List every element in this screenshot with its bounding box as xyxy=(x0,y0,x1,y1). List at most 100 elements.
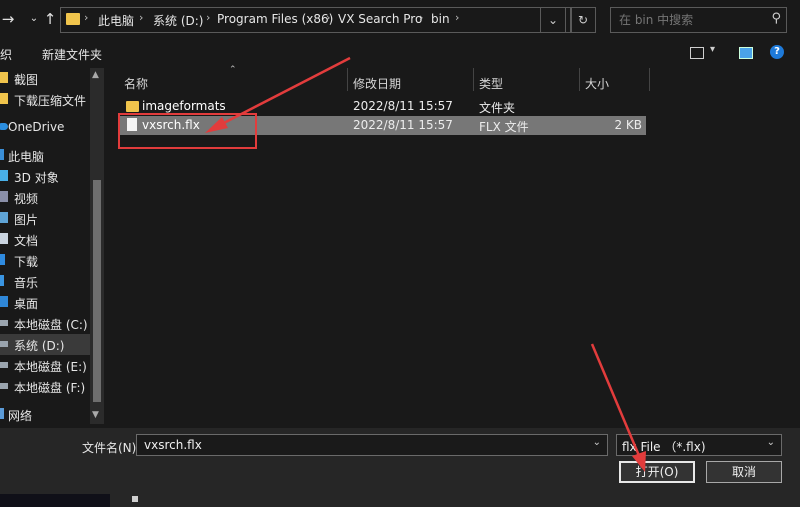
file-name: imageformats xyxy=(142,99,226,113)
column-header-name[interactable]: 名称 xyxy=(124,75,148,92)
sidebar-item-screenshots[interactable]: 截图 xyxy=(0,68,90,89)
document-icon xyxy=(0,233,8,244)
drive-icon xyxy=(0,320,8,326)
breadcrumb-separator-icon[interactable]: › xyxy=(139,11,143,24)
breadcrumb-separator-icon[interactable]: › xyxy=(326,11,330,24)
up-arrow-icon[interactable]: ↑ xyxy=(42,10,58,28)
sidebar-item-downloads[interactable]: 下载 xyxy=(0,250,90,271)
sidebar-item-drive-d[interactable]: 系统 (D:) xyxy=(0,334,90,355)
column-header-type[interactable]: 类型 xyxy=(479,75,503,92)
search-icon[interactable]: ⚲ xyxy=(771,11,781,26)
address-dropdown-icon[interactable]: ⌄ xyxy=(540,7,566,33)
sidebar-item-label: 本地磁盘 (F:) xyxy=(14,381,86,395)
folder-icon xyxy=(0,93,8,104)
annotation-highlight-box xyxy=(118,113,257,149)
column-divider[interactable] xyxy=(347,68,348,91)
sidebar-item-label: 截图 xyxy=(14,73,39,87)
organize-button[interactable]: 织 xyxy=(0,46,12,63)
sidebar-item-3d-objects[interactable]: 3D 对象 xyxy=(0,166,90,187)
sidebar-item-network[interactable]: 网络 xyxy=(0,404,90,425)
filename-field[interactable]: ⌄ xyxy=(136,434,608,456)
preview-pane-icon[interactable] xyxy=(739,47,753,59)
file-type: FLX 文件 xyxy=(479,120,529,134)
new-folder-button[interactable]: 新建文件夹 xyxy=(42,46,102,63)
sidebar-item-drive-f[interactable]: 本地磁盘 (F:) xyxy=(0,376,90,397)
cancel-button[interactable]: 取消 xyxy=(706,461,782,483)
help-icon[interactable]: ? xyxy=(770,45,784,59)
drive-icon xyxy=(0,383,8,389)
breadcrumb-vx-search-pro[interactable]: VX Search Pro xyxy=(338,12,422,26)
sidebar-item-drive-e[interactable]: 本地磁盘 (E:) xyxy=(0,355,90,376)
network-icon xyxy=(0,408,4,419)
breadcrumb-separator-icon[interactable]: › xyxy=(455,11,459,24)
sidebar-item-music[interactable]: 音乐 xyxy=(0,271,90,292)
refresh-icon[interactable]: ↻ xyxy=(570,7,596,33)
breadcrumb-separator-icon[interactable]: › xyxy=(84,11,88,24)
desktop-icon xyxy=(0,296,8,307)
chevron-down-icon[interactable]: ⌄ xyxy=(767,437,775,448)
sidebar-scrollbar-thumb[interactable] xyxy=(93,180,101,402)
breadcrumb-separator-icon[interactable]: › xyxy=(206,11,210,24)
computer-icon xyxy=(0,149,4,160)
file-type: 文件夹 xyxy=(479,101,516,115)
folder-icon xyxy=(0,72,8,83)
video-icon xyxy=(0,191,8,202)
column-divider[interactable] xyxy=(473,68,474,91)
scroll-down-icon[interactable]: ▼ xyxy=(92,410,99,420)
search-input[interactable] xyxy=(617,11,761,29)
sidebar-item-label: 下载压缩文件 xyxy=(14,94,87,108)
sidebar-item-label: 桌面 xyxy=(14,297,39,311)
column-divider[interactable] xyxy=(649,68,650,91)
sidebar-item-desktop[interactable]: 桌面 xyxy=(0,292,90,313)
sidebar-item-this-pc[interactable]: 此电脑 xyxy=(0,145,90,166)
column-divider[interactable] xyxy=(579,68,580,91)
sidebar-item-label: OneDrive xyxy=(8,120,65,134)
picture-icon xyxy=(0,212,8,223)
sidebar-item-pictures[interactable]: 图片 xyxy=(0,208,90,229)
cube-icon xyxy=(0,170,8,181)
open-button[interactable]: 打开(O) xyxy=(619,461,695,483)
toolbar xyxy=(0,40,800,68)
sidebar-item-label: 此电脑 xyxy=(8,150,45,164)
music-icon xyxy=(0,275,4,286)
column-header-size[interactable]: 大小 xyxy=(585,75,609,92)
breadcrumb-bin[interactable]: bin xyxy=(431,12,450,26)
sidebar-item-label: 3D 对象 xyxy=(14,171,59,185)
sidebar-item-downloads-archive[interactable]: 下载压缩文件 xyxy=(0,89,90,110)
breadcrumb-this-pc[interactable]: 此电脑 xyxy=(98,12,134,29)
address-bar[interactable]: › 此电脑 › 系统 (D:) › Program Files (x86) › … xyxy=(60,7,572,33)
file-date: 2022/8/11 15:57 xyxy=(353,118,453,132)
sidebar-item-onedrive[interactable]: OneDrive xyxy=(0,117,90,138)
sidebar-item-documents[interactable]: 文档 xyxy=(0,229,90,250)
sidebar-item-label: 文档 xyxy=(14,234,39,248)
sidebar-item-drive-c[interactable]: 本地磁盘 (C:) xyxy=(0,313,90,334)
search-box[interactable]: ⚲ xyxy=(610,7,787,33)
download-icon xyxy=(0,254,5,265)
file-date: 2022/8/11 15:57 xyxy=(353,99,453,113)
chevron-down-icon[interactable]: ⌄ xyxy=(593,437,601,448)
filename-input[interactable] xyxy=(142,437,586,453)
sidebar-item-videos[interactable]: 视频 xyxy=(0,187,90,208)
file-type-filter-value: flx File （*.flx) xyxy=(622,440,706,454)
file-type-filter[interactable]: flx File （*.flx) ⌄ xyxy=(616,434,782,456)
filename-label: 文件名(N): xyxy=(82,441,141,455)
sidebar-item-label: 音乐 xyxy=(14,276,39,290)
sidebar-item-label: 视频 xyxy=(14,192,39,206)
folder-icon xyxy=(66,13,80,25)
file-size: 2 KB xyxy=(614,118,642,132)
drive-icon xyxy=(0,362,8,368)
breadcrumb-system-d[interactable]: 系统 (D:) xyxy=(153,12,203,29)
taskbar-app-icon[interactable] xyxy=(132,496,138,502)
folder-icon xyxy=(126,101,139,112)
column-header-date[interactable]: 修改日期 xyxy=(353,75,401,92)
breadcrumb-program-files[interactable]: Program Files (x86) xyxy=(217,12,333,26)
view-options-icon[interactable] xyxy=(690,47,704,59)
sidebar-item-label: 本地磁盘 (C:) xyxy=(14,318,88,332)
view-dropdown-icon[interactable]: ▾ xyxy=(710,44,715,55)
forward-arrow-icon[interactable]: → xyxy=(0,10,16,28)
recent-locations-chevron-icon[interactable]: ⌄ xyxy=(26,13,42,24)
sidebar-item-label: 图片 xyxy=(14,213,39,227)
scroll-up-icon[interactable]: ▲ xyxy=(92,70,99,80)
breadcrumb-separator-icon[interactable]: › xyxy=(419,11,423,24)
sidebar-item-label: 系统 (D:) xyxy=(14,339,65,353)
